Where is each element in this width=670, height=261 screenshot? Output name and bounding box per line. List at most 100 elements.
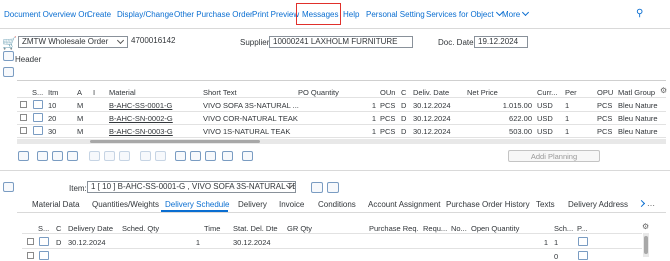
row-qty: 1 xyxy=(371,114,376,123)
search-icon[interactable]: ⚲ xyxy=(636,8,643,19)
row-oun: PCS xyxy=(380,114,396,123)
menu-more[interactable]: More xyxy=(502,8,530,19)
deselect-all-icon[interactable] xyxy=(52,151,63,161)
tab-quantities-weights[interactable]: Quantities/Weights xyxy=(92,200,159,209)
col-no: No... xyxy=(451,224,467,233)
schedule-row-status-cell[interactable] xyxy=(39,251,49,260)
select-block-icon[interactable] xyxy=(67,151,78,161)
schedule-row-checkbox[interactable] xyxy=(27,252,34,259)
row-short-text: VIVO 1S-NATURAL TEAK xyxy=(203,127,291,136)
copy-icon[interactable] xyxy=(140,151,151,161)
col-time: Time xyxy=(204,224,221,233)
row-matl-group: Bleu Nature xyxy=(618,101,658,110)
collapse-header-icon[interactable] xyxy=(3,51,14,61)
row-divider xyxy=(17,137,666,138)
row-status-cell[interactable] xyxy=(33,100,43,109)
filter-settings-icon[interactable] xyxy=(222,151,233,161)
tab-texts[interactable]: Texts xyxy=(536,200,555,209)
supplier-field[interactable]: 10000241 LAXHOLM FURNITURE xyxy=(269,36,413,48)
select-all-icon[interactable] xyxy=(37,151,48,161)
menu-help[interactable]: Help xyxy=(343,10,359,19)
zoom-details-icon[interactable] xyxy=(18,151,29,161)
tab-material-data[interactable]: Material Data xyxy=(32,200,80,209)
row-status-cell[interactable] xyxy=(33,113,43,122)
sort-descending-icon[interactable] xyxy=(205,151,216,161)
default-values-icon[interactable] xyxy=(242,151,253,161)
col-c: C xyxy=(401,88,407,97)
col-matl-group: Matl Group xyxy=(618,88,656,97)
row-short-text: VIVO SOFA 3S-NATURAL ... xyxy=(203,101,299,110)
item-select[interactable]: 1 [ 10 ] B-AHC-SS-0001-G , VIVO SOFA 3S-… xyxy=(87,181,296,193)
schedule-row-p-cell[interactable] xyxy=(578,251,588,260)
row-select-checkbox[interactable] xyxy=(20,101,27,108)
col-status: S... xyxy=(32,88,44,97)
schedule-row-c: D xyxy=(56,238,62,247)
schedule-row-status-cell[interactable] xyxy=(39,237,49,246)
schedule-row-checkbox[interactable] xyxy=(27,238,34,245)
row-matl-group: Bleu Nature xyxy=(618,114,658,123)
schedule-row-p-cell[interactable] xyxy=(578,237,588,246)
document-type-select[interactable]: ZMTW Wholesale Order xyxy=(18,36,128,48)
col-open-quantity: Open Quantity xyxy=(471,224,520,233)
item-label: Item: xyxy=(69,184,87,193)
menu-other-purchase-order[interactable]: Other Purchase Order xyxy=(174,10,253,19)
row-divider xyxy=(17,111,666,112)
header-divider xyxy=(17,97,666,98)
tab-conditions[interactable]: Conditions xyxy=(318,200,356,209)
menu-display-change[interactable]: Display/Change xyxy=(117,10,173,19)
paste-icon[interactable] xyxy=(155,151,166,161)
menu-document-overview[interactable]: Document Overview On xyxy=(4,10,89,19)
tab-account-assignment[interactable]: Account Assignment xyxy=(368,200,440,209)
items-scrollbar-thumb[interactable] xyxy=(90,140,260,143)
row-status-cell[interactable] xyxy=(33,126,43,135)
row-currency: USD xyxy=(537,114,553,123)
row-itm: 20 xyxy=(48,114,57,123)
col-i: I xyxy=(93,88,96,97)
sort-ascending-icon[interactable] xyxy=(175,151,186,161)
more-tabs-icon[interactable]: ⋯ xyxy=(647,201,655,210)
row-material-link[interactable]: B-AHC-SN-0003-G xyxy=(109,127,173,136)
menu-personal-setting[interactable]: Personal Setting xyxy=(366,10,425,19)
tab-delivery-schedule[interactable]: Delivery Schedule xyxy=(165,200,229,209)
expand-icon[interactable] xyxy=(3,67,14,77)
row-per: 1 xyxy=(565,101,570,110)
schedule-scrollbar-thumb[interactable] xyxy=(644,236,648,254)
doc-date-field[interactable]: 19.12.2024 xyxy=(474,36,528,48)
menu-create[interactable]: Create xyxy=(87,10,111,19)
collapse-item-detail-icon[interactable] xyxy=(3,182,14,192)
col-per: Per xyxy=(565,88,577,97)
delete-icon[interactable] xyxy=(89,151,100,161)
col-purchase-req: Purchase Req. xyxy=(369,224,419,233)
row-select-checkbox[interactable] xyxy=(20,114,27,121)
tab-delivery-address[interactable]: Delivery Address xyxy=(568,200,628,209)
filter-icon[interactable] xyxy=(190,151,201,161)
row-c: D xyxy=(401,127,407,136)
row-material-link[interactable]: B-AHC-SN-0002-G xyxy=(109,114,173,123)
messages-highlight-box xyxy=(296,3,341,25)
addi-planning-button[interactable]: Addi Planning xyxy=(508,150,600,162)
schedule-row-sch: 1 xyxy=(554,238,559,247)
chevron-right-icon[interactable] xyxy=(637,199,646,208)
table-settings-icon[interactable]: ⚙ xyxy=(642,222,649,231)
lock-icon[interactable] xyxy=(104,151,115,161)
schedule-row-stat-del-date: 30.12.2024 xyxy=(233,238,271,247)
row-material-link[interactable]: B-AHC-SS-0001-G xyxy=(109,101,172,110)
schedule-header-divider xyxy=(22,233,642,234)
menu-services-for-object[interactable]: Services for Object xyxy=(426,8,503,19)
item-select-value: 1 [ 10 ] B-AHC-SS-0001-G , VIVO SOFA 3S-… xyxy=(91,182,296,191)
previous-item-icon[interactable] xyxy=(311,182,323,193)
tab-invoice[interactable]: Invoice xyxy=(279,200,304,209)
row-deliv-date: 30.12.2024 xyxy=(413,127,451,136)
row-select-checkbox[interactable] xyxy=(20,127,27,134)
menu-print-preview[interactable]: Print Preview xyxy=(252,10,299,19)
col-a: A xyxy=(77,88,83,97)
tab-delivery[interactable]: Delivery xyxy=(238,200,267,209)
schedule-row-divider xyxy=(22,248,642,249)
table-settings-icon[interactable]: ⚙ xyxy=(660,86,667,95)
tab-po-history[interactable]: Purchase Order History xyxy=(446,200,530,209)
row-qty: 1 xyxy=(371,101,376,110)
supplier-label: Supplier: xyxy=(240,38,272,47)
unlock-icon[interactable] xyxy=(119,151,130,161)
next-item-icon[interactable] xyxy=(327,182,339,193)
row-itm: 30 xyxy=(48,127,57,136)
